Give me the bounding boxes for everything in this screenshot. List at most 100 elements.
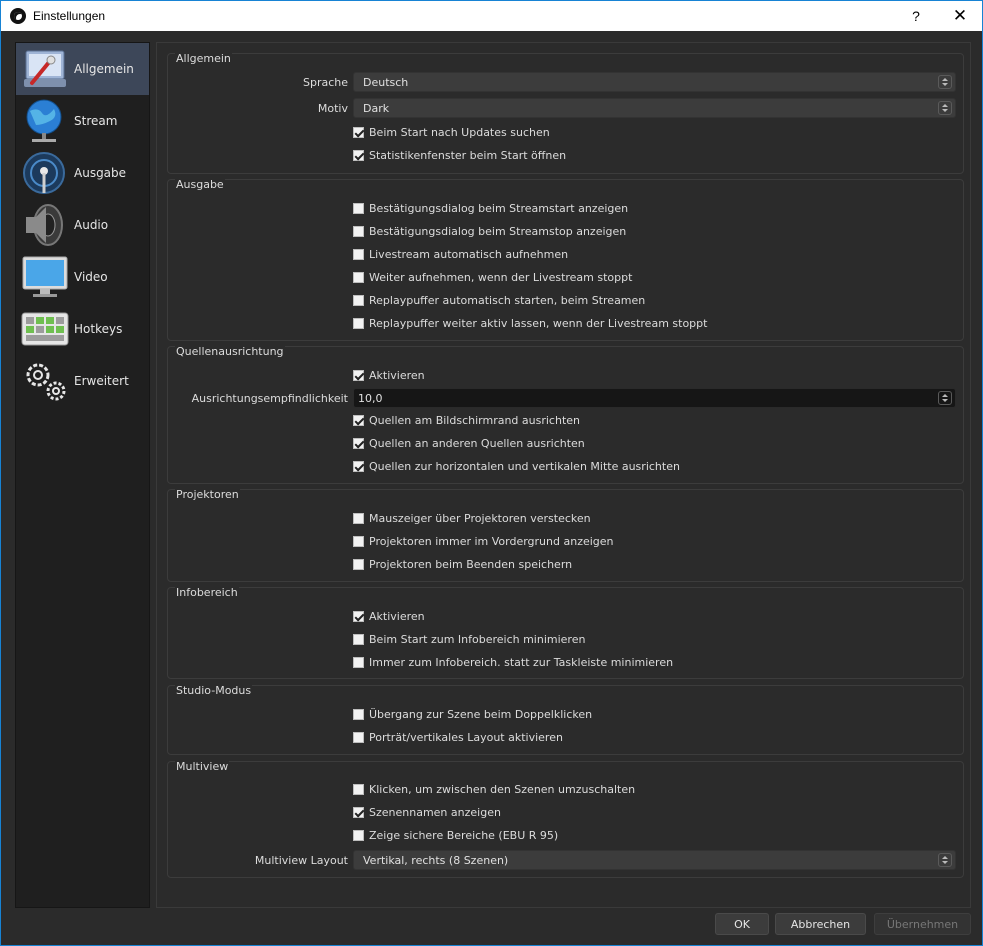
checkbox-icon	[353, 708, 364, 720]
select-arrows-icon	[938, 75, 952, 89]
sidebar-item-label: Video	[74, 270, 108, 284]
group-ausgabe: Ausgabe Bestätigungsdialog beim Streamst…	[167, 178, 964, 341]
checkbox-label: Bestätigungsdialog beim Streamstart anze…	[369, 201, 629, 215]
checkbox-label: Quellen am Bildschirmrand ausrichten	[369, 413, 580, 427]
title-bar: Einstellungen ? ✕	[0, 0, 983, 31]
motiv-value: Dark	[363, 101, 390, 115]
ok-button[interactable]: OK	[715, 913, 769, 935]
check-updates-checkbox[interactable]: Beim Start nach Updates suchen	[353, 126, 550, 139]
sidebar-item-stream[interactable]: Stream	[16, 95, 149, 147]
snap-sources-checkbox[interactable]: Quellen an anderen Quellen ausrichten	[353, 437, 585, 450]
snapping-enable-checkbox[interactable]: Aktivieren	[353, 369, 425, 382]
help-button[interactable]: ?	[902, 5, 930, 27]
spinbox-arrows-icon[interactable]	[938, 391, 952, 405]
tray-checkbox[interactable]: Beim Start zum Infobereich minimieren	[353, 633, 585, 646]
checkbox-label: Bestätigungsdialog beim Streamstop anzei…	[369, 224, 627, 238]
checkbox-label: Projektoren immer im Vordergrund anzeige…	[369, 534, 614, 548]
snap-center-checkbox[interactable]: Quellen zur horizontalen und vertikalen …	[353, 460, 680, 473]
checkbox-icon	[353, 126, 364, 138]
ausgabe-checkbox[interactable]: Livestream automatisch aufnehmen	[353, 248, 568, 261]
studio-checkbox[interactable]: Übergang zur Szene beim Doppelklicken	[353, 708, 592, 721]
checkbox-icon	[353, 369, 364, 381]
settings-general-icon	[20, 45, 70, 93]
checkbox-icon	[353, 656, 364, 668]
group-title: Studio-Modus	[175, 684, 253, 697]
checkbox-icon	[353, 806, 364, 818]
group-title: Allgemein	[175, 52, 232, 65]
checkbox-icon	[353, 248, 364, 260]
group-allgemein: Allgemein Sprache Deutsch Motiv Dark Bei…	[167, 52, 964, 174]
multiview-layout-select[interactable]: Vertikal, rechts (8 Szenen)	[353, 850, 956, 870]
snap-sensitivity-label: Ausrichtungsempfindlichkeit	[191, 391, 348, 405]
tray-enable-checkbox[interactable]: Aktivieren	[353, 610, 425, 623]
motiv-label: Motiv	[317, 101, 348, 115]
checkbox-icon	[353, 610, 364, 622]
group-projektoren: Projektoren Mauszeiger über Projektoren …	[167, 488, 964, 582]
group-multiview: Multiview Klicken, um zwischen den Szene…	[167, 760, 964, 878]
checkbox-icon	[353, 783, 364, 795]
checkbox-label: Übergang zur Szene beim Doppelklicken	[369, 707, 593, 721]
settings-sidebar: Allgemein Stream Ausgabe Audio Video Hot…	[15, 42, 150, 908]
snap-sensitivity-input[interactable]: 10,0	[353, 388, 956, 408]
ausgabe-checkbox[interactable]: Bestätigungsdialog beim Streamstop anzei…	[353, 225, 626, 238]
studio-checkbox[interactable]: Porträt/vertikales Layout aktivieren	[353, 731, 563, 744]
group-title: Ausgabe	[175, 178, 225, 191]
group-infobereich: Infobereich Aktivieren Beim Start zum In…	[167, 586, 964, 679]
multiview-checkbox[interactable]: Szenennamen anzeigen	[353, 806, 501, 819]
checkbox-icon	[353, 414, 364, 426]
ausgabe-checkbox[interactable]: Replaypuffer weiter aktiv lassen, wenn d…	[353, 317, 707, 330]
sidebar-item-ausgabe[interactable]: Ausgabe	[16, 147, 149, 199]
projector-checkbox[interactable]: Mauszeiger über Projektoren verstecken	[353, 512, 591, 525]
group-quellenausrichtung: Quellenausrichtung Aktivieren Ausrichtun…	[167, 345, 964, 484]
cancel-button[interactable]: Abbrechen	[775, 913, 866, 935]
checkbox-icon	[353, 512, 364, 524]
stats-window-checkbox[interactable]: Statistikenfenster beim Start öffnen	[353, 149, 566, 162]
tray-checkbox[interactable]: Immer zum Infobereich. statt zur Tasklei…	[353, 656, 673, 669]
sidebar-item-audio[interactable]: Audio	[16, 199, 149, 251]
projector-checkbox[interactable]: Projektoren beim Beenden speichern	[353, 558, 572, 571]
multiview-checkbox[interactable]: Zeige sichere Bereiche (EBU R 95)	[353, 829, 558, 842]
sidebar-item-label: Audio	[74, 218, 109, 232]
checkbox-label: Statistikenfenster beim Start öffnen	[369, 148, 567, 162]
keyboard-icon	[20, 305, 70, 353]
sidebar-item-erweitert[interactable]: Erweitert	[16, 355, 149, 407]
checkbox-icon	[353, 225, 364, 237]
sprache-select[interactable]: Deutsch	[353, 72, 956, 92]
checkbox-icon	[353, 558, 364, 570]
snap-sensitivity-value: 10,0	[358, 391, 383, 405]
checkbox-label: Porträt/vertikales Layout aktivieren	[369, 730, 563, 744]
checkbox-label: Immer zum Infobereich. statt zur Tasklei…	[369, 655, 674, 669]
sidebar-item-allgemein[interactable]: Allgemein	[16, 43, 149, 95]
checkbox-label: Projektoren beim Beenden speichern	[369, 557, 573, 571]
ausgabe-checkbox[interactable]: Weiter aufnehmen, wenn der Livestream st…	[353, 271, 632, 284]
checkbox-label: Quellen zur horizontalen und vertikalen …	[369, 459, 680, 473]
snap-screen-edge-checkbox[interactable]: Quellen am Bildschirmrand ausrichten	[353, 414, 580, 427]
sidebar-item-video[interactable]: Video	[16, 251, 149, 303]
checkbox-icon	[353, 437, 364, 449]
checkbox-label: Replaypuffer weiter aktiv lassen, wenn d…	[369, 316, 708, 330]
checkbox-icon	[353, 535, 364, 547]
sidebar-item-label: Stream	[74, 114, 118, 128]
sprache-label: Sprache	[302, 75, 348, 89]
close-button[interactable]: ✕	[946, 5, 974, 27]
sidebar-item-label: Hotkeys	[74, 322, 123, 336]
obs-logo-icon	[10, 8, 26, 24]
checkbox-icon	[353, 829, 364, 841]
motiv-select[interactable]: Dark	[353, 98, 956, 118]
projector-checkbox[interactable]: Projektoren immer im Vordergrund anzeige…	[353, 535, 614, 548]
checkbox-label: Mauszeiger über Projektoren verstecken	[369, 511, 591, 525]
globe-network-icon	[20, 97, 70, 145]
ausgabe-checkbox[interactable]: Replaypuffer automatisch starten, beim S…	[353, 294, 645, 307]
multiview-checkbox[interactable]: Klicken, um zwischen den Szenen umzuscha…	[353, 783, 635, 796]
checkbox-label: Quellen an anderen Quellen ausrichten	[369, 436, 585, 450]
settings-content: Allgemein Sprache Deutsch Motiv Dark Bei…	[156, 42, 971, 908]
apply-button[interactable]: Übernehmen	[874, 913, 971, 935]
checkbox-icon	[353, 731, 364, 743]
group-studio-modus: Studio-Modus Übergang zur Szene beim Dop…	[167, 684, 964, 755]
broadcast-antenna-icon	[20, 149, 70, 197]
ausgabe-checkbox[interactable]: Bestätigungsdialog beim Streamstart anze…	[353, 202, 628, 215]
sidebar-item-hotkeys[interactable]: Hotkeys	[16, 303, 149, 355]
checkbox-label: Weiter aufnehmen, wenn der Livestream st…	[369, 270, 633, 284]
multiview-layout-value: Vertikal, rechts (8 Szenen)	[363, 853, 509, 867]
checkbox-label: Replaypuffer automatisch starten, beim S…	[369, 293, 646, 307]
